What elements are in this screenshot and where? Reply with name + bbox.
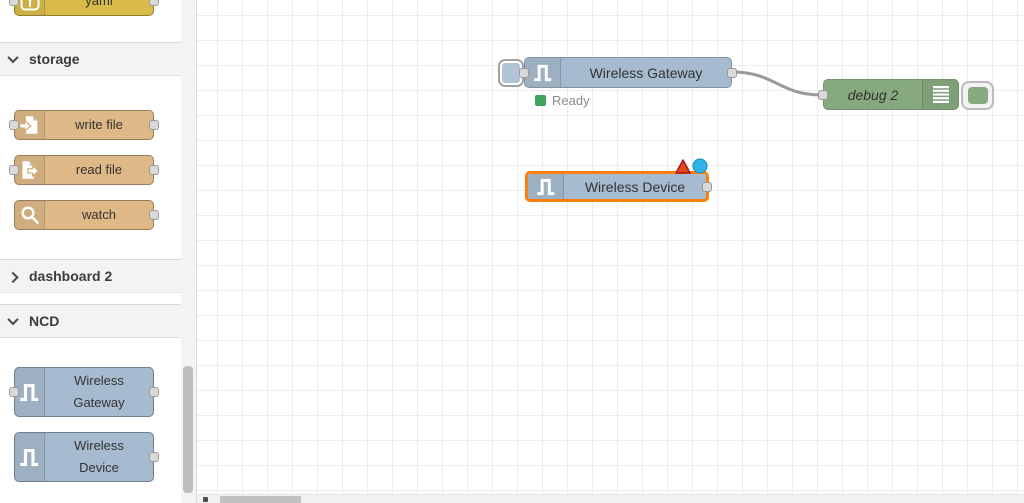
debug-toggle-button[interactable] <box>961 81 994 110</box>
input-port[interactable] <box>9 120 19 130</box>
file-in-icon <box>15 111 45 139</box>
magnifier-icon <box>15 201 45 229</box>
palette-node-wireless-device[interactable]: Wireless Device <box>14 432 159 482</box>
palette-node-read-file[interactable]: read file <box>9 155 159 185</box>
node-red-editor: yaml storage write file read file watch … <box>0 0 1024 503</box>
input-port[interactable] <box>9 387 19 397</box>
palette-node-label: watch <box>82 207 116 222</box>
output-port[interactable] <box>727 67 737 78</box>
palette-node-yaml[interactable]: yaml <box>9 0 159 16</box>
palette-category-ncd[interactable]: NCD <box>0 304 181 338</box>
chevron-down-icon <box>7 313 19 326</box>
input-port[interactable] <box>9 165 19 175</box>
output-port[interactable] <box>149 0 159 6</box>
changed-dot-icon <box>692 158 708 174</box>
output-port[interactable] <box>149 165 159 175</box>
error-triangle-icon <box>675 159 691 174</box>
output-port[interactable] <box>149 210 159 220</box>
output-port[interactable] <box>149 387 159 397</box>
palette-node-write-file[interactable]: write file <box>9 110 159 140</box>
category-label: storage <box>29 51 80 67</box>
input-port[interactable] <box>9 0 19 6</box>
palette-node-label: Wireless Device <box>74 438 124 475</box>
palette-node-label: yaml <box>85 0 113 8</box>
node-label: debug 2 <box>847 86 899 103</box>
status-text: Ready <box>552 93 590 108</box>
node-palette: yaml storage write file read file watch … <box>0 0 196 503</box>
flow-canvas[interactable]: Wireless Gateway Ready debug 2 Wireless … <box>196 0 1024 503</box>
category-label: dashboard 2 <box>29 268 113 284</box>
flow-node-wireless-device[interactable]: Wireless Device <box>525 158 712 202</box>
pulse-icon <box>15 433 45 481</box>
palette-node-label: read file <box>75 162 123 177</box>
category-label: NCD <box>29 313 60 329</box>
status-dot-green <box>535 95 546 106</box>
pulse-icon <box>525 58 561 87</box>
palette-category-storage[interactable]: storage <box>0 42 181 76</box>
node-badges <box>675 158 708 174</box>
palette-node-wireless-gateway[interactable]: Wireless Gateway <box>9 367 159 417</box>
debug-toggle-inner <box>967 87 988 104</box>
output-port[interactable] <box>149 452 159 462</box>
input-port[interactable] <box>818 89 828 100</box>
scrollbar-corner-mark <box>203 497 208 502</box>
palette-scrollbar-thumb[interactable] <box>183 366 193 493</box>
palette-node-watch[interactable]: watch <box>14 200 159 230</box>
pulse-icon <box>15 368 45 416</box>
palette-scrollbar-track[interactable] <box>181 0 196 503</box>
node-label: Wireless Device <box>584 178 686 195</box>
chevron-down-icon <box>7 51 19 64</box>
chevron-right-icon <box>7 271 19 284</box>
wire[interactable] <box>730 70 824 97</box>
palette-node-label: write file <box>75 117 123 132</box>
flow-node-wireless-gateway[interactable]: Wireless Gateway Ready <box>498 57 737 108</box>
palette-category-dashboard-2[interactable]: dashboard 2 <box>0 259 181 293</box>
canvas-hscrollbar-thumb[interactable] <box>220 496 301 503</box>
debug-lines-icon <box>922 80 958 109</box>
node-label: Wireless Gateway <box>589 64 703 81</box>
node-status: Ready <box>535 93 590 108</box>
palette-node-label: Wireless Gateway <box>73 373 125 410</box>
pulse-icon <box>528 174 564 199</box>
flow-node-debug-2[interactable]: debug 2 <box>818 79 994 110</box>
yaml-icon <box>15 0 45 15</box>
input-port[interactable] <box>519 67 529 78</box>
canvas-hscrollbar-track[interactable] <box>197 494 1024 503</box>
output-port[interactable] <box>149 120 159 130</box>
file-out-icon <box>15 156 45 184</box>
output-port[interactable] <box>702 181 712 192</box>
